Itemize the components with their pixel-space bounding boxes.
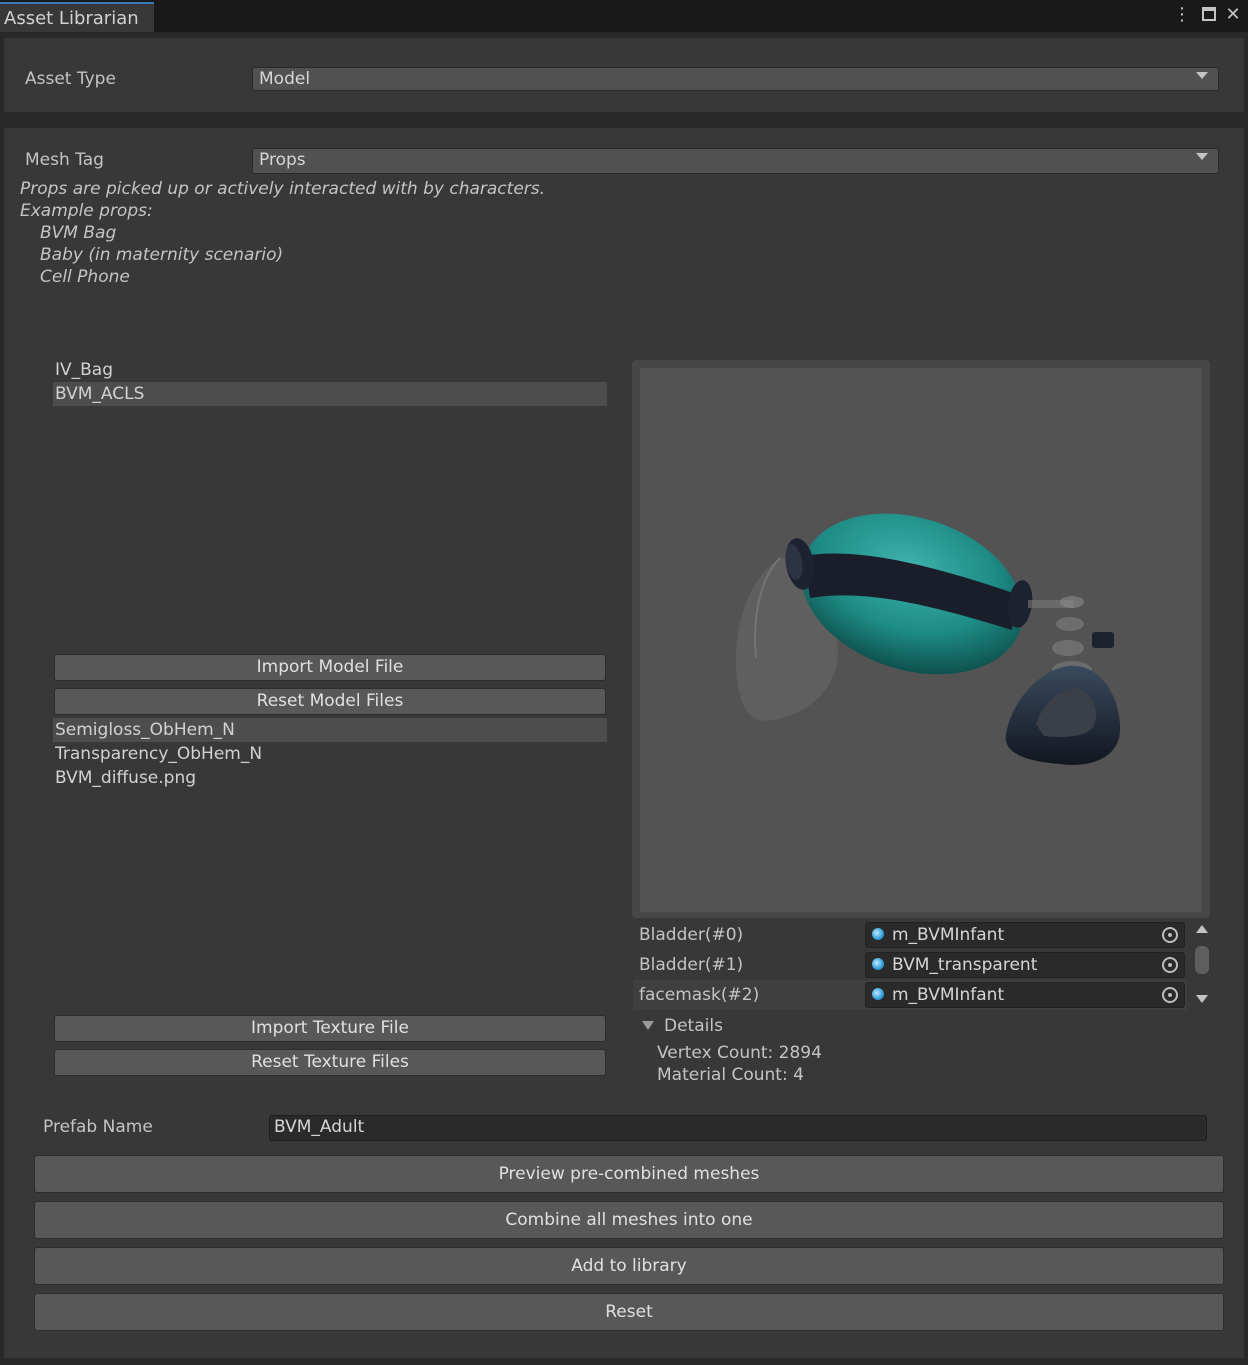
material-field[interactable]: m_BVMInfant	[865, 982, 1185, 1008]
texture-list: Semigloss_ObHem_N Transparency_ObHem_N B…	[53, 718, 607, 1008]
asset-type-label: Asset Type	[25, 69, 116, 89]
list-item[interactable]: BVM_diffuse.png	[53, 766, 607, 790]
import-model-button[interactable]: Import Model File	[54, 654, 606, 681]
object-picker-icon[interactable]	[1162, 957, 1178, 973]
description-line: Baby (in maternity scenario)	[40, 245, 284, 265]
close-icon[interactable]: ✕	[1222, 4, 1244, 26]
material-name: m_BVMInfant	[892, 985, 1005, 1005]
prefab-name-input[interactable]: BVM_Adult	[269, 1115, 1207, 1141]
add-to-library-button[interactable]: Add to library	[34, 1247, 1224, 1285]
object-picker-icon[interactable]	[1162, 927, 1178, 943]
mesh-tag-description: Props are picked up or actively interact…	[20, 178, 545, 288]
reset-button[interactable]: Reset	[34, 1293, 1224, 1331]
bvm-bag-model-preview	[735, 513, 1121, 765]
material-name: m_BVMInfant	[892, 925, 1005, 945]
material-slot-label: facemask(#2)	[639, 985, 760, 1005]
list-item[interactable]: Semigloss_ObHem_N	[53, 718, 607, 742]
maximize-icon[interactable]	[1202, 7, 1216, 21]
scroll-down-icon[interactable]	[1196, 995, 1208, 1003]
material-sphere-icon	[872, 928, 884, 940]
material-field[interactable]: BVM_transparent	[865, 952, 1185, 978]
list-item[interactable]: BVM_ACLS	[53, 382, 607, 406]
material-count: Material Count: 4	[657, 1065, 804, 1085]
window-tab[interactable]: Asset Librarian	[0, 2, 154, 32]
list-item[interactable]: Transparency_ObHem_N	[53, 742, 607, 766]
mesh-tag-label: Mesh Tag	[25, 150, 104, 170]
mesh-tag-value: Props	[259, 150, 306, 170]
material-sphere-icon	[872, 958, 884, 970]
description-line: Cell Phone	[40, 267, 130, 287]
import-texture-button[interactable]: Import Texture File	[54, 1015, 606, 1042]
title-bar	[0, 0, 1248, 32]
scrollbar-thumb[interactable]	[1195, 946, 1209, 974]
material-sphere-icon	[872, 988, 884, 1000]
description-line: Example props:	[20, 201, 153, 221]
asset-type-value: Model	[259, 69, 311, 89]
scroll-up-icon[interactable]	[1196, 925, 1208, 933]
kebab-menu-icon[interactable]: ⋮	[1172, 4, 1192, 26]
chevron-down-icon	[1196, 153, 1208, 160]
material-name: BVM_transparent	[892, 955, 1038, 975]
mesh-tag-dropdown[interactable]: Props	[252, 148, 1219, 174]
material-field[interactable]: m_BVMInfant	[865, 922, 1185, 948]
model-preview-viewport[interactable]	[640, 368, 1202, 912]
material-slot-label: Bladder(#1)	[639, 955, 744, 975]
material-slot-label: Bladder(#0)	[639, 925, 744, 945]
foldout-arrow-icon[interactable]	[642, 1021, 654, 1030]
prefab-name-label: Prefab Name	[43, 1117, 153, 1137]
reset-texture-button[interactable]: Reset Texture Files	[54, 1049, 606, 1076]
vertex-count: Vertex Count: 2894	[657, 1043, 822, 1063]
material-row: Bladder(#0) m_BVMInfant	[633, 920, 1187, 950]
description-line: BVM Bag	[40, 223, 117, 243]
asset-type-dropdown[interactable]: Model	[252, 67, 1219, 91]
material-row: Bladder(#1) BVM_transparent	[633, 950, 1187, 980]
description-line: Props are picked up or actively interact…	[20, 179, 546, 199]
material-row: facemask(#2) m_BVMInfant	[633, 980, 1187, 1010]
details-header[interactable]: Details	[664, 1016, 723, 1036]
chevron-down-icon	[1196, 72, 1208, 79]
preview-meshes-button[interactable]: Preview pre-combined meshes	[34, 1155, 1224, 1193]
model-list: IV_Bag BVM_ACLS	[53, 358, 607, 644]
list-item[interactable]: IV_Bag	[53, 358, 607, 382]
combine-meshes-button[interactable]: Combine all meshes into one	[34, 1201, 1224, 1239]
reset-model-button[interactable]: Reset Model Files	[54, 688, 606, 715]
object-picker-icon[interactable]	[1162, 987, 1178, 1003]
